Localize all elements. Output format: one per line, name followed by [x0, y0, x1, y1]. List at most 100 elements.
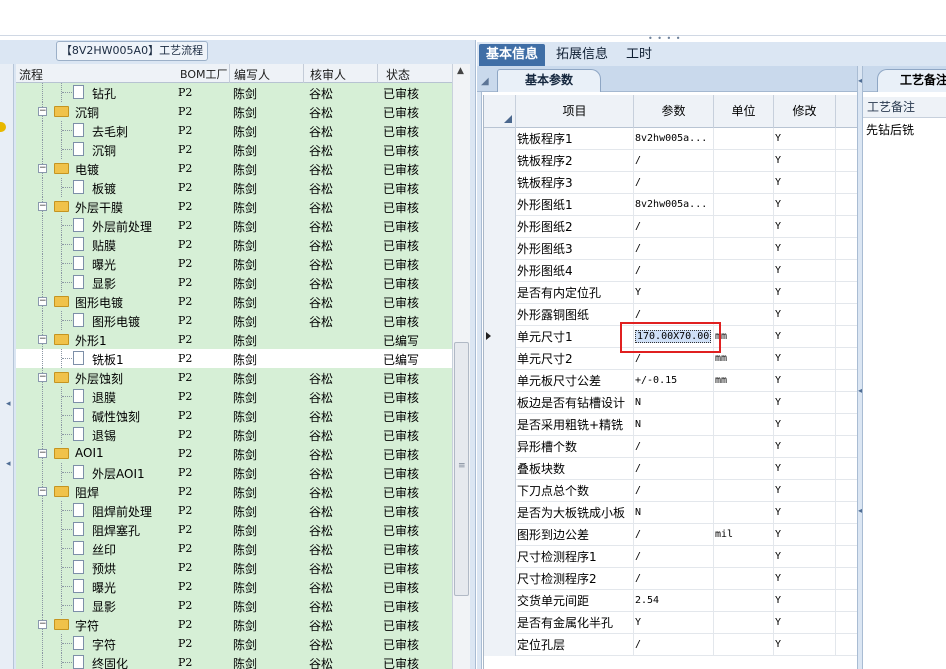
tree-row[interactable]: 预烘 P2 陈剑 谷松 已审核 [16, 558, 452, 577]
param-value[interactable]: 170.00X70.00 [635, 330, 712, 343]
param-modify[interactable]: Y [774, 634, 836, 656]
tab-work-hours[interactable]: 工时 [619, 44, 659, 66]
param-modify[interactable]: Y [774, 282, 836, 304]
tree-row[interactable]: 阻焊前处理 P2 陈剑 谷松 已审核 [16, 501, 452, 520]
param-unit[interactable] [714, 128, 774, 150]
row-indicator[interactable] [484, 194, 516, 216]
param-value[interactable]: 8v2hw005a... [634, 128, 714, 150]
param-modify[interactable]: Y [774, 370, 836, 392]
param-row[interactable]: 是否有金属化半孔 Y Y [484, 612, 857, 634]
param-unit[interactable]: mm [714, 370, 774, 392]
param-unit[interactable]: mil [714, 524, 774, 546]
tree-row[interactable]: − 外层干膜 P2 陈剑 谷松 已审核 [16, 197, 452, 216]
tree-row[interactable]: 曝光 P2 陈剑 谷松 已审核 [16, 254, 452, 273]
collapse-arrow-icon[interactable]: ◂ [6, 399, 11, 409]
param-row[interactable]: 图形到边公差 / mil Y [484, 524, 857, 546]
param-value[interactable]: / [634, 480, 714, 502]
param-unit[interactable] [714, 172, 774, 194]
param-value[interactable]: / [634, 150, 714, 172]
row-indicator[interactable] [484, 348, 516, 370]
param-row[interactable]: 板边是否有钻槽设计 N Y [484, 392, 857, 414]
header-unit[interactable]: 单位 [714, 95, 774, 128]
tree-row[interactable]: − AOI1 P2 陈剑 谷松 已审核 [16, 444, 452, 463]
row-indicator[interactable] [484, 282, 516, 304]
row-indicator[interactable] [484, 260, 516, 282]
collapse-toggle-icon[interactable]: − [38, 449, 47, 458]
tree-row[interactable]: 外层前处理 P2 陈剑 谷松 已审核 [16, 216, 452, 235]
param-modify[interactable]: Y [774, 590, 836, 612]
tree-row[interactable]: − 阻焊 P2 陈剑 谷松 已审核 [16, 482, 452, 501]
param-value[interactable]: +/-0.15 [634, 370, 714, 392]
header-modify[interactable]: 修改 [774, 95, 836, 128]
tree-row[interactable]: 退膜 P2 陈剑 谷松 已审核 [16, 387, 452, 406]
row-indicator[interactable] [484, 414, 516, 436]
param-row[interactable]: 单元尺寸2/mm Y [484, 348, 857, 370]
param-value[interactable]: / [634, 524, 714, 546]
tab-process-notes[interactable]: 工艺备注 [877, 69, 946, 92]
param-modify[interactable]: Y [774, 238, 836, 260]
param-value[interactable]: Y [634, 282, 714, 304]
tree-row[interactable]: 碱性蚀刻 P2 陈剑 谷松 已审核 [16, 406, 452, 425]
row-indicator[interactable] [484, 546, 516, 568]
tree-row[interactable]: 铣板1 P2 陈剑 已编写 [16, 349, 452, 368]
param-modify[interactable]: Y [774, 392, 836, 414]
param-unit[interactable] [714, 216, 774, 238]
param-row[interactable]: 尺寸检测程序1/ Y [484, 546, 857, 568]
tree-row[interactable]: 终固化 P2 陈剑 谷松 已审核 [16, 653, 452, 669]
tree-row[interactable]: 图形电镀 P2 陈剑 谷松 已审核 [16, 311, 452, 330]
left-collapse-strip[interactable]: ◂ ◂ [0, 64, 14, 669]
collapse-toggle-icon[interactable]: − [38, 202, 47, 211]
param-row[interactable]: 外形图纸1 8v2hw005a... Y [484, 194, 857, 216]
param-value[interactable]: / [634, 436, 714, 458]
row-indicator[interactable] [484, 612, 516, 634]
scroll-thumb[interactable]: ≡ [454, 342, 469, 596]
row-indicator[interactable] [484, 590, 516, 612]
param-row[interactable]: 下刀点总个数 / Y [484, 480, 857, 502]
param-value[interactable]: / [634, 216, 714, 238]
param-value[interactable]: N [634, 414, 714, 436]
row-indicator[interactable] [484, 458, 516, 480]
param-row[interactable]: 尺寸检测程序2/ Y [484, 568, 857, 590]
param-value[interactable]: / [634, 172, 714, 194]
row-indicator[interactable] [484, 238, 516, 260]
row-indicator[interactable] [484, 150, 516, 172]
param-modify[interactable]: Y [774, 568, 836, 590]
param-row[interactable]: 铣板程序3/ Y [484, 172, 857, 194]
param-row[interactable]: 外形露铜图纸 / Y [484, 304, 857, 326]
tree-row[interactable]: 板镀 P2 陈剑 谷松 已审核 [16, 178, 452, 197]
param-modify[interactable]: Y [774, 524, 836, 546]
param-row[interactable]: 是否为大板铣成小板 N Y [484, 502, 857, 524]
row-indicator[interactable] [484, 524, 516, 546]
param-unit[interactable] [714, 150, 774, 172]
tree-row[interactable]: − 图形电镀 P2 陈剑 谷松 已审核 [16, 292, 452, 311]
tree-row[interactable]: 丝印 P2 陈剑 谷松 已审核 [16, 539, 452, 558]
param-value-cell[interactable]: 170.00X70.00 [634, 326, 714, 348]
row-indicator[interactable] [484, 480, 516, 502]
scroll-up-icon[interactable]: ▲ [457, 66, 464, 76]
splitter-arrow-icon[interactable]: ◂ [858, 506, 862, 515]
header-reviewer[interactable]: 核审人 [310, 66, 346, 83]
param-value[interactable]: / [634, 304, 714, 326]
collapse-toggle-icon[interactable]: − [38, 373, 47, 382]
param-row[interactable]: 是否有内定位孔 Y Y [484, 282, 857, 304]
param-modify[interactable]: Y [774, 414, 836, 436]
collapse-toggle-icon[interactable]: − [38, 487, 47, 496]
header-param[interactable]: 参数 [634, 95, 714, 128]
tree-row[interactable]: 曝光 P2 陈剑 谷松 已审核 [16, 577, 452, 596]
param-modify[interactable]: Y [774, 260, 836, 282]
param-value[interactable]: Y [634, 612, 714, 634]
param-unit[interactable] [714, 436, 774, 458]
tree-scrollbar[interactable]: ▲ ≡ [452, 64, 470, 669]
param-unit[interactable] [714, 282, 774, 304]
param-row[interactable]: 铣板程序1 8v2hw005a... Y [484, 128, 857, 150]
param-value[interactable]: / [634, 634, 714, 656]
tree-row[interactable]: 显影 P2 陈剑 谷松 已审核 [16, 596, 452, 615]
header-bom[interactable]: BOM工厂 [180, 66, 228, 82]
tree-row[interactable]: − 电镀 P2 陈剑 谷松 已审核 [16, 159, 452, 178]
tree-row[interactable]: 贴膜 P2 陈剑 谷松 已审核 [16, 235, 452, 254]
param-unit[interactable] [714, 590, 774, 612]
param-unit[interactable] [714, 568, 774, 590]
splitter-arrow-icon[interactable]: ◂ [858, 386, 862, 395]
param-row[interactable]: 交货单元间距 2.54 Y [484, 590, 857, 612]
param-row[interactable]: 外形图纸2/ Y [484, 216, 857, 238]
